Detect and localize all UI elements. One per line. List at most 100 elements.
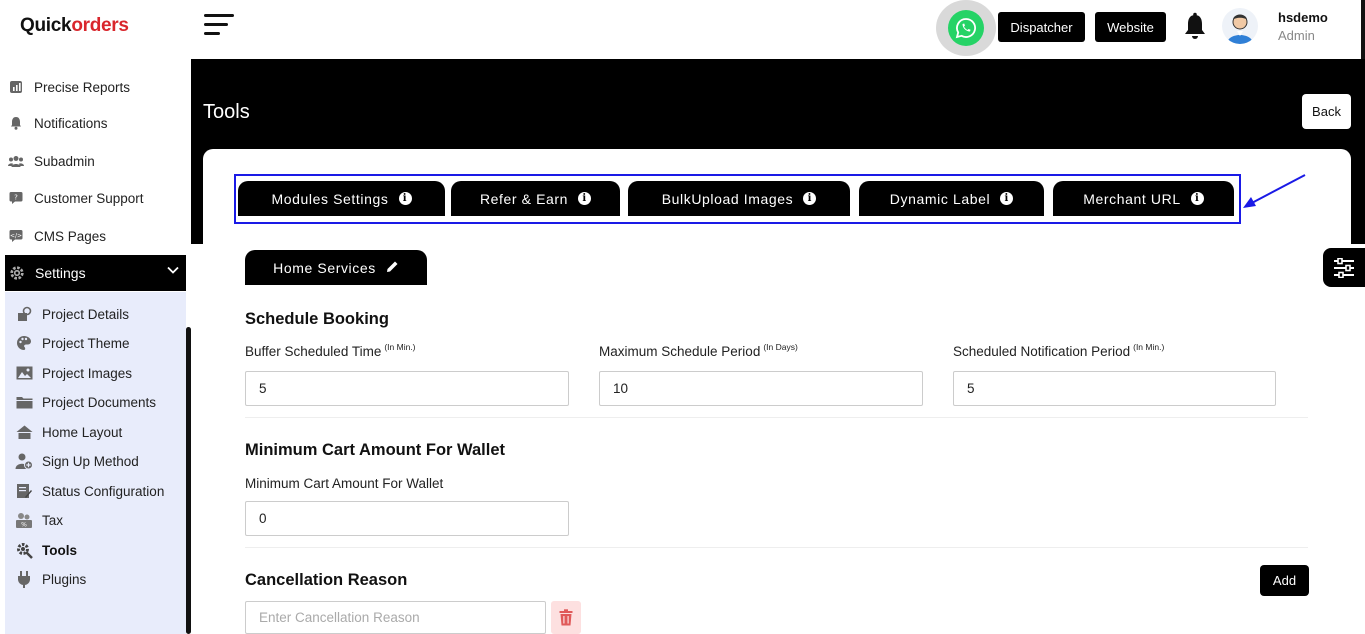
sidebar-item-plugins[interactable]: Plugins <box>15 565 86 593</box>
tab-refer-earn[interactable]: Refer & Earn i <box>451 181 620 216</box>
trash-icon <box>559 609 573 626</box>
add-button[interactable]: Add <box>1260 565 1309 596</box>
brand-logo[interactable]: Quickorders <box>20 15 129 37</box>
sidebar-item-label: Project Theme <box>42 335 130 351</box>
bell-icon <box>8 115 24 131</box>
minimum-cart-amount-input[interactable]: 0 <box>245 501 569 536</box>
tab-label: Dynamic Label <box>889 190 991 207</box>
sidebar-item-project-theme[interactable]: Project Theme <box>15 329 130 357</box>
nav-label: Customer Support <box>34 190 144 206</box>
maximum-schedule-period-input[interactable]: 10 <box>599 371 923 406</box>
sidebar-item-project-images[interactable]: Project Images <box>15 359 132 387</box>
section-heading-wallet: Minimum Cart Amount For Wallet <box>245 441 506 459</box>
chat-icon: ? <box>8 190 24 206</box>
divider <box>245 547 1308 548</box>
nav-label: Subadmin <box>34 153 95 169</box>
nav-item-settings[interactable]: Settings <box>5 255 186 291</box>
sidebar-item-label: Sign Up Method <box>42 453 139 469</box>
nav-item-customer-support[interactable]: ? Customer Support <box>0 183 186 213</box>
field-label-max-period: Maximum Schedule Period (In Days) <box>599 342 798 359</box>
sidebar-item-status-configuration[interactable]: Status Configuration <box>15 477 164 505</box>
tab-label: BulkUpload Images <box>661 190 794 207</box>
sidebar-item-label: Project Details <box>42 306 130 322</box>
pages-icon: </> <box>8 228 24 244</box>
sidebar-item-home-layout[interactable]: Home Layout <box>15 418 122 446</box>
sidebar-item-sign-up-method[interactable]: Sign Up Method <box>15 447 139 475</box>
field-label-notification-period: Scheduled Notification Period (In Min.) <box>953 342 1165 359</box>
nav-item-cms-pages[interactable]: </> CMS Pages <box>0 221 186 251</box>
section-heading-schedule: Schedule Booking <box>245 310 389 328</box>
tab-label: Home Services <box>273 259 376 276</box>
buffer-scheduled-time-input[interactable]: 5 <box>245 371 569 406</box>
info-icon[interactable]: i <box>578 192 592 205</box>
edit-list-icon <box>15 482 33 500</box>
sidebar-item-label: Tools <box>42 542 77 558</box>
info-icon[interactable]: i <box>1190 192 1204 205</box>
sidebar-item-project-documents[interactable]: Project Documents <box>15 388 156 416</box>
nav-label: CMS Pages <box>34 228 107 244</box>
svg-text:?: ? <box>14 194 18 202</box>
sidebar-item-tools[interactable]: Tools <box>15 536 77 564</box>
tab-label: Refer & Earn <box>479 190 569 207</box>
palette-icon <box>15 334 33 352</box>
dispatcher-button[interactable]: Dispatcher <box>998 12 1085 42</box>
menu-toggle-icon[interactable] <box>204 14 234 38</box>
project-details-icon <box>15 305 33 323</box>
user-avatar[interactable] <box>1222 8 1258 44</box>
website-button[interactable]: Website <box>1095 12 1166 42</box>
nav-item-notifications[interactable]: Notifications <box>0 108 186 138</box>
sidebar-item-project-details[interactable]: Project Details <box>15 300 129 328</box>
section-heading-cancellation: Cancellation Reason <box>245 571 408 589</box>
users-icon <box>8 153 24 169</box>
sliders-icon <box>1334 257 1354 278</box>
tab-dynamic-label[interactable]: Dynamic Label i <box>859 181 1044 216</box>
info-icon[interactable]: i <box>398 192 412 205</box>
chevron-down-icon <box>166 263 180 280</box>
settings-submenu: Project Details Project Theme Project Im… <box>5 292 186 634</box>
notification-bell-icon[interactable] <box>1182 12 1208 42</box>
user-name: hsdemo <box>1278 10 1328 25</box>
tab-label: Modules Settings <box>271 190 389 207</box>
nav-label: Settings <box>35 265 86 281</box>
svg-text:</>: </> <box>10 233 22 240</box>
tab-merchant-url[interactable]: Merchant URL i <box>1053 181 1234 216</box>
gear-icon <box>9 265 25 281</box>
tab-home-services[interactable]: Home Services <box>245 250 427 285</box>
sidebar-item-label: Home Layout <box>42 424 123 440</box>
pencil-icon[interactable] <box>386 260 399 276</box>
sidebar-scrollbar[interactable] <box>186 327 191 634</box>
top-bar: Dispatcher Website hsdemo Admin <box>191 0 1365 192</box>
chart-icon <box>8 79 24 95</box>
tax-icon: % <box>15 511 33 529</box>
nav-item-subadmin[interactable]: Subadmin <box>0 146 186 176</box>
user-role: Admin <box>1278 28 1315 43</box>
back-button[interactable]: Back <box>1302 94 1351 129</box>
nav-item-precise-reports[interactable]: Precise Reports <box>0 72 186 102</box>
info-icon[interactable]: i <box>803 192 817 205</box>
delete-button[interactable] <box>551 601 581 634</box>
filter-settings-button[interactable] <box>1323 248 1365 287</box>
user-add-icon <box>15 452 33 470</box>
home-icon <box>15 423 33 441</box>
sidebar-item-tax[interactable]: % Tax <box>15 506 63 534</box>
sidebar-item-label: Project Documents <box>42 394 157 410</box>
whatsapp-button[interactable] <box>936 0 996 56</box>
field-label-wallet: Minimum Cart Amount For Wallet <box>245 476 444 491</box>
tab-modules-settings[interactable]: Modules Settings i <box>238 181 445 216</box>
tab-bulkupload-images[interactable]: BulkUpload Images i <box>628 181 850 216</box>
info-icon[interactable]: i <box>1000 192 1014 205</box>
scheduled-notification-period-input[interactable]: 5 <box>953 371 1276 406</box>
cancellation-reason-input[interactable]: Enter Cancellation Reason <box>245 601 546 634</box>
field-label-buffer: Buffer Scheduled Time (In Min.) <box>245 342 416 359</box>
tab-label: Merchant URL <box>1083 190 1181 207</box>
sidebar-item-label: Plugins <box>42 571 87 587</box>
nav-label: Precise Reports <box>34 79 131 95</box>
sidebar: Quickorders Precise Reports Notification… <box>0 0 191 634</box>
sidebar-item-label: Project Images <box>42 365 133 381</box>
nav-label: Notifications <box>34 115 108 131</box>
page-title: Tools <box>203 101 250 123</box>
folder-icon <box>15 393 33 411</box>
divider <box>245 417 1308 418</box>
sidebar-item-label: Status Configuration <box>42 483 165 499</box>
whatsapp-icon <box>948 10 984 46</box>
